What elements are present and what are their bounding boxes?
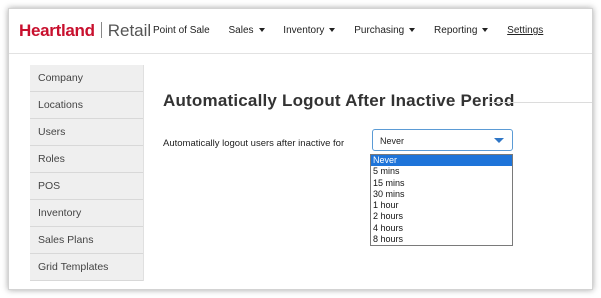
logo-brand: Heartland [19, 21, 95, 40]
sidebar-item-company[interactable]: Company [30, 65, 143, 92]
sidebar-item-roles[interactable]: Roles [30, 146, 143, 173]
sidebar-item-inventory[interactable]: Inventory [30, 200, 143, 227]
dropdown-option[interactable]: 8 hours [371, 234, 512, 245]
nav-inventory[interactable]: Inventory [283, 25, 336, 36]
settings-sidebar: Company Locations Users Roles POS Invent… [30, 65, 144, 281]
nav-label: Sales [228, 25, 254, 36]
dropdown-option[interactable]: 5 mins [371, 166, 512, 177]
dropdown-option[interactable]: 15 mins [371, 178, 512, 189]
nav-purchasing[interactable]: Purchasing [354, 25, 416, 36]
inactive-period-dropdown: Never 5 mins 15 mins 30 mins 1 hour 2 ho… [370, 154, 513, 247]
dropdown-option[interactable]: 1 hour [371, 200, 512, 211]
app-window: Heartland Retail Point of Sale Sales Inve… [8, 8, 593, 290]
inactive-period-label: Automatically logout users after inactiv… [163, 138, 345, 149]
caret-down-icon [482, 28, 489, 32]
nav-links: Point of Sale Sales Inventory Purchasing… [153, 25, 559, 36]
caret-down-icon [409, 28, 416, 32]
inactive-period-select[interactable]: Never [372, 129, 513, 151]
nav-label: Point of Sale [153, 25, 210, 36]
caret-down-icon [329, 28, 336, 32]
nav-point-of-sale[interactable]: Point of Sale [153, 25, 210, 36]
nav-label: Reporting [434, 25, 478, 36]
logo-divider [100, 22, 102, 38]
sidebar-item-pos[interactable]: POS [30, 173, 143, 200]
logo-product: Retail [107, 21, 152, 40]
sidebar-item-sales-plans[interactable]: Sales Plans [30, 227, 143, 254]
page-title: Automatically Logout After Inactive Peri… [163, 91, 515, 110]
dropdown-option[interactable]: 2 hours [371, 211, 512, 222]
caret-down-icon [258, 28, 265, 32]
nav-label: Purchasing [354, 25, 405, 36]
sidebar-item-locations[interactable]: Locations [30, 92, 143, 119]
dropdown-option[interactable]: 4 hours [371, 223, 512, 234]
nav-sales[interactable]: Sales [229, 25, 265, 36]
title-divider [489, 102, 592, 103]
sidebar-item-grid-templates[interactable]: Grid Templates [30, 254, 143, 281]
logo[interactable]: Heartland Retail [19, 21, 151, 41]
dropdown-option[interactable]: Never [371, 155, 512, 167]
chevron-down-icon [494, 138, 504, 143]
nav-settings[interactable]: Settings [507, 25, 543, 36]
dropdown-option[interactable]: 30 mins [371, 189, 512, 200]
nav-reporting[interactable]: Reporting [434, 25, 489, 36]
sidebar-item-users[interactable]: Users [30, 119, 143, 146]
nav-label: Inventory [283, 25, 325, 36]
top-nav: Heartland Retail Point of Sale Sales Inve… [9, 9, 592, 54]
select-value: Never [380, 136, 405, 146]
